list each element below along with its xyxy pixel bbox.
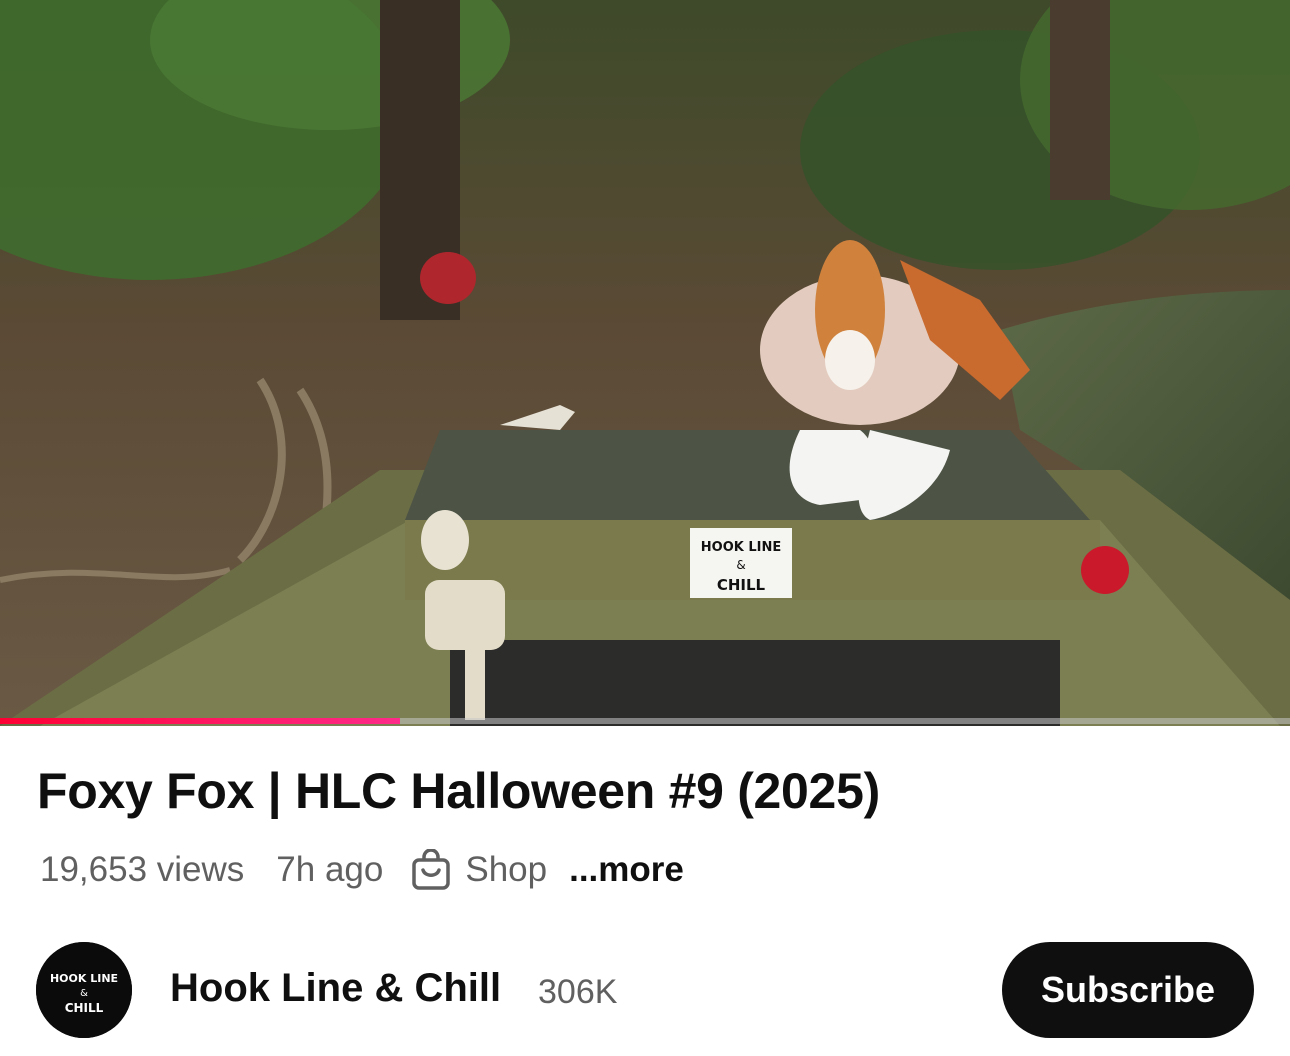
more-link[interactable]: ...more [569,850,684,890]
video-player[interactable]: HOOK LINE & CHILL [0,0,1290,726]
channel-avatar[interactable]: HOOK LINE & CHILL [36,942,132,1038]
boat-sign-line-3: CHILL [717,576,766,594]
boat-sign-line-2: & [736,558,745,572]
subscriber-count: 306K [538,973,618,1011]
boat-sign-line-1: HOOK LINE [701,540,781,555]
view-count: 19,653 views [40,850,245,889]
subscribe-button[interactable]: Subscribe [1002,942,1254,1038]
channel-row: HOOK LINE & CHILL Hook Line & Chill 306K… [36,942,1254,1038]
video-meta-row[interactable]: 19,653 views 7h ago Shop ...more [40,848,684,892]
video-details-panel: Foxy Fox | HLC Halloween #9 (2025) 19,65… [0,726,1290,1056]
progress-bar-played [0,718,400,724]
video-frame: HOOK LINE & CHILL [0,0,1290,726]
svg-text:CHILL: CHILL [65,1001,104,1015]
upload-age: 7h ago [276,850,384,889]
shopping-bag-icon [412,849,451,890]
svg-text:&: & [80,988,88,999]
progress-bar[interactable] [0,718,1290,724]
shop-label: Shop [465,850,548,889]
channel-name[interactable]: Hook Line & Chill [170,966,501,1011]
svg-text:HOOK LINE: HOOK LINE [50,972,118,985]
video-title[interactable]: Foxy Fox | HLC Halloween #9 (2025) [37,762,880,820]
channel-logo-icon: HOOK LINE & CHILL [36,942,132,1038]
shop-link[interactable]: Shop [411,849,547,891]
